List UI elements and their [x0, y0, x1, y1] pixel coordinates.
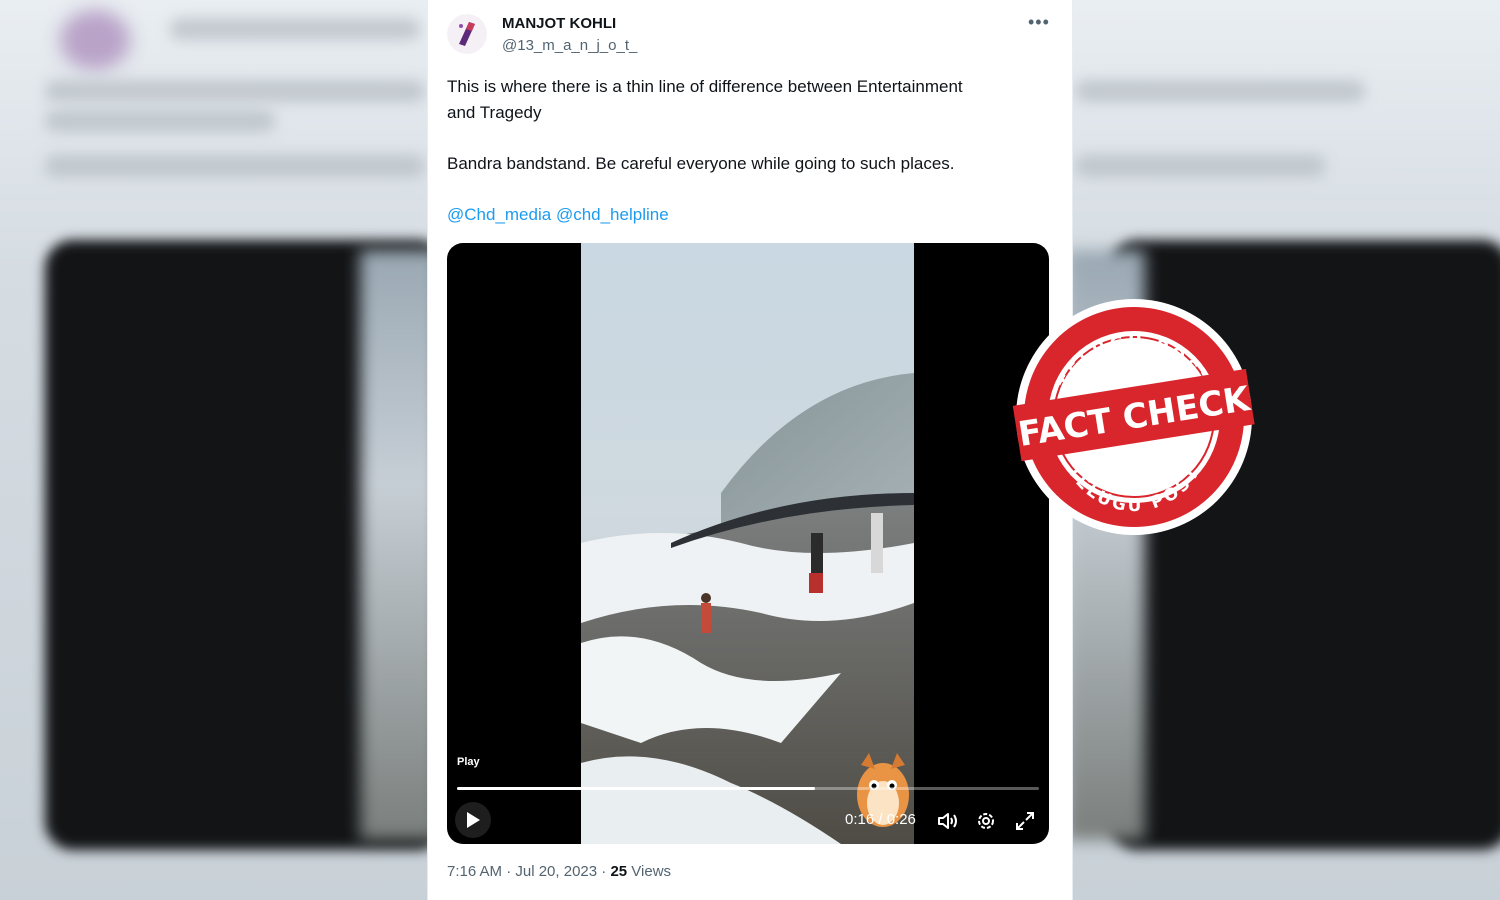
volume-icon: [938, 813, 957, 829]
video-frame: [581, 243, 914, 844]
stamp-graphic: TELUGU POST TELUGU POST FACT CHECK: [1012, 299, 1255, 535]
views-label: Views: [627, 863, 672, 880]
tweet-card: MANJOT KOHLI @13_m_a_n_j_o_t_ ••• This i…: [427, 0, 1073, 900]
tweet-text-line: This is where there is a thin line of di…: [447, 77, 963, 96]
avatar-image: [447, 14, 487, 54]
time-display: 0:16 / 0:26: [845, 811, 916, 828]
fullscreen-button[interactable]: [1013, 809, 1037, 833]
views-count: 25: [610, 863, 628, 880]
author-handle[interactable]: @13_m_a_n_j_o_t_: [502, 37, 637, 54]
settings-button[interactable]: [974, 809, 998, 833]
blurred-text: [170, 18, 420, 40]
progress-bar[interactable]: [457, 787, 1039, 790]
blurred-text: [45, 80, 425, 102]
settings-icon: [978, 813, 994, 829]
volume-button[interactable]: [936, 809, 960, 833]
tweet-timestamp[interactable]: 7:16 AM · Jul 20, 2023 ·: [447, 863, 610, 880]
fact-check-stamp: TELUGU POST TELUGU POST FACT CHECK: [1012, 297, 1256, 537]
video-player[interactable]: Play 0:16 / 0:26: [447, 243, 1049, 844]
mention-link[interactable]: @Chd_media: [447, 205, 551, 224]
blurred-text: [1075, 155, 1325, 177]
blurred-text: [45, 110, 275, 132]
avatar[interactable]: [447, 14, 487, 54]
author-name[interactable]: MANJOT KOHLI: [502, 15, 616, 32]
fullscreen-icon: [1016, 812, 1034, 830]
mention-link[interactable]: @chd_helpline: [556, 205, 669, 224]
tweet-meta: 7:16 AM · Jul 20, 2023 · 25 Views: [447, 863, 671, 880]
blurred-avatar: [60, 10, 130, 70]
play-button[interactable]: [455, 802, 491, 838]
blurred-text: [1075, 80, 1365, 102]
tweet-text-line: and Tragedy: [447, 103, 542, 122]
tweet-text-line: Bandra bandstand. Be careful everyone wh…: [447, 154, 955, 173]
tweet-mentions: @Chd_media @chd_helpline: [447, 202, 1047, 228]
play-icon: [467, 812, 480, 828]
more-icon[interactable]: •••: [1028, 12, 1050, 33]
progress-fill: [457, 787, 816, 790]
play-label: Play: [457, 756, 480, 768]
blurred-text: [45, 155, 425, 177]
